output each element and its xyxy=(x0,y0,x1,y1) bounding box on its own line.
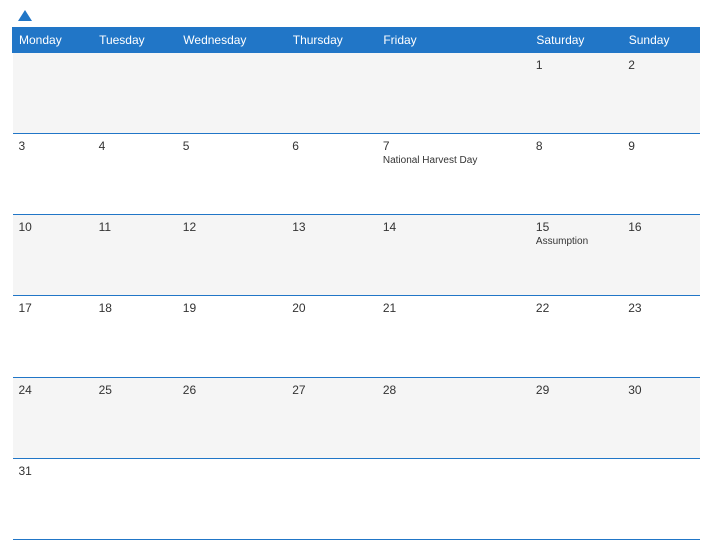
day-number: 6 xyxy=(292,139,371,153)
calendar-week-row: 31 xyxy=(13,458,700,539)
day-number: 26 xyxy=(183,383,280,397)
weekday-header-row: MondayTuesdayWednesdayThursdayFridaySatu… xyxy=(13,28,700,53)
calendar-cell: 8 xyxy=(530,134,622,215)
day-number: 3 xyxy=(19,139,87,153)
logo-triangle-icon xyxy=(18,10,32,21)
calendar-cell xyxy=(177,458,286,539)
day-number: 12 xyxy=(183,220,280,234)
calendar-cell: 20 xyxy=(286,296,377,377)
calendar-cell: 15 Assumption xyxy=(530,215,622,296)
calendar-wrapper: MondayTuesdayWednesdayThursdayFridaySatu… xyxy=(0,27,712,550)
day-number: 11 xyxy=(99,220,171,234)
day-number: 25 xyxy=(99,383,171,397)
calendar-cell: 27 xyxy=(286,377,377,458)
calendar-cell: 1 xyxy=(530,53,622,134)
weekday-header-monday: Monday xyxy=(13,28,93,53)
day-number: 14 xyxy=(383,220,524,234)
day-number: 20 xyxy=(292,301,371,315)
calendar-cell: 10 xyxy=(13,215,93,296)
day-number: 4 xyxy=(99,139,171,153)
weekday-header-friday: Friday xyxy=(377,28,530,53)
day-number: 9 xyxy=(628,139,693,153)
day-number: 1 xyxy=(536,58,616,72)
calendar-week-row: 24 25 26 27 28 29 30 xyxy=(13,377,700,458)
calendar-cell: 16 xyxy=(622,215,699,296)
day-number: 7 xyxy=(383,139,524,153)
day-number: 19 xyxy=(183,301,280,315)
day-number: 31 xyxy=(19,464,87,478)
calendar-cell: 29 xyxy=(530,377,622,458)
calendar-cell: 13 xyxy=(286,215,377,296)
calendar-cell xyxy=(93,53,177,134)
calendar-cell xyxy=(286,53,377,134)
calendar-cell: 21 xyxy=(377,296,530,377)
day-number: 24 xyxy=(19,383,87,397)
day-number: 13 xyxy=(292,220,371,234)
calendar-cell xyxy=(377,53,530,134)
calendar-cell: 22 xyxy=(530,296,622,377)
day-number: 18 xyxy=(99,301,171,315)
calendar-cell xyxy=(13,53,93,134)
calendar-cell: 31 xyxy=(13,458,93,539)
calendar-cell: 7 National Harvest Day xyxy=(377,134,530,215)
calendar-week-row: 10 11 12 13 14 15 Assumption 16 xyxy=(13,215,700,296)
calendar-cell: 30 xyxy=(622,377,699,458)
calendar-cell: 24 xyxy=(13,377,93,458)
day-number: 30 xyxy=(628,383,693,397)
day-number: 15 xyxy=(536,220,616,234)
calendar-cell: 28 xyxy=(377,377,530,458)
calendar-cell xyxy=(177,53,286,134)
day-number: 2 xyxy=(628,58,693,72)
calendar-cell xyxy=(286,458,377,539)
calendar-cell: 6 xyxy=(286,134,377,215)
calendar-cell: 9 xyxy=(622,134,699,215)
weekday-header-tuesday: Tuesday xyxy=(93,28,177,53)
day-number: 21 xyxy=(383,301,524,315)
calendar-cell: 12 xyxy=(177,215,286,296)
calendar-cell: 26 xyxy=(177,377,286,458)
day-number: 22 xyxy=(536,301,616,315)
calendar-cell xyxy=(622,458,699,539)
calendar-table: MondayTuesdayWednesdayThursdayFridaySatu… xyxy=(12,27,700,540)
event-label: Assumption xyxy=(536,236,616,248)
day-number: 29 xyxy=(536,383,616,397)
calendar-week-row: 12 xyxy=(13,53,700,134)
calendar-cell xyxy=(377,458,530,539)
logo xyxy=(18,10,34,21)
day-number: 5 xyxy=(183,139,280,153)
calendar-cell: 2 xyxy=(622,53,699,134)
calendar-cell: 25 xyxy=(93,377,177,458)
day-number: 10 xyxy=(19,220,87,234)
day-number: 23 xyxy=(628,301,693,315)
day-number: 8 xyxy=(536,139,616,153)
calendar-cell: 23 xyxy=(622,296,699,377)
event-label: National Harvest Day xyxy=(383,155,524,167)
day-number: 28 xyxy=(383,383,524,397)
calendar-week-row: 17 18 19 20 21 22 23 xyxy=(13,296,700,377)
calendar-cell: 17 xyxy=(13,296,93,377)
calendar-cell: 18 xyxy=(93,296,177,377)
calendar-cell: 5 xyxy=(177,134,286,215)
calendar-cell: 14 xyxy=(377,215,530,296)
weekday-header-sunday: Sunday xyxy=(622,28,699,53)
calendar-week-row: 34567 National Harvest Day 89 xyxy=(13,134,700,215)
day-number: 16 xyxy=(628,220,693,234)
weekday-header-saturday: Saturday xyxy=(530,28,622,53)
logo-blue-text xyxy=(18,10,34,21)
calendar-cell xyxy=(93,458,177,539)
weekday-header-wednesday: Wednesday xyxy=(177,28,286,53)
calendar-cell xyxy=(530,458,622,539)
weekday-header-thursday: Thursday xyxy=(286,28,377,53)
day-number: 17 xyxy=(19,301,87,315)
calendar-cell: 19 xyxy=(177,296,286,377)
page-header xyxy=(0,0,712,27)
calendar-cell: 3 xyxy=(13,134,93,215)
day-number: 27 xyxy=(292,383,371,397)
calendar-cell: 4 xyxy=(93,134,177,215)
calendar-cell: 11 xyxy=(93,215,177,296)
